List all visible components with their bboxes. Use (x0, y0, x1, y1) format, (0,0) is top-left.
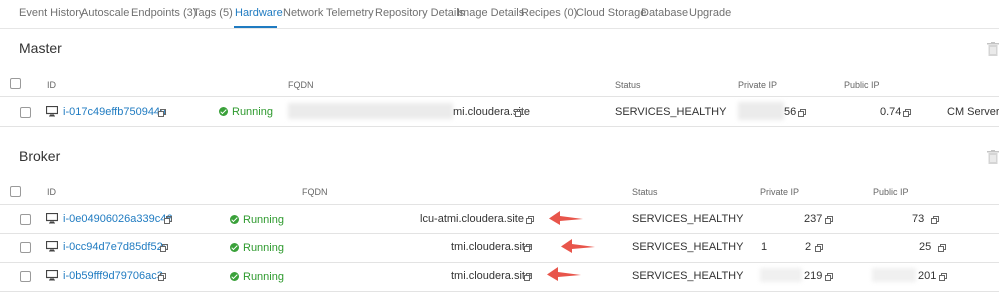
running-check-icon (230, 243, 239, 252)
copy-icon[interactable] (524, 273, 532, 281)
public-ip-text: 73 (912, 213, 925, 225)
broker-header-status: Status (632, 187, 658, 197)
row-divider (0, 262, 999, 263)
tab-bar: Event History Autoscale Endpoints (3) Ta… (0, 0, 999, 29)
row-checkbox[interactable] (20, 242, 31, 253)
broker-section-title: Broker (19, 148, 61, 164)
tab-telemetry[interactable]: Telemetry (326, 6, 374, 20)
tab-hardware[interactable]: Hardware (235, 6, 283, 20)
row-divider (0, 291, 999, 292)
monitor-icon (46, 213, 58, 224)
tab-database[interactable]: Database (641, 6, 688, 20)
tab-network[interactable]: Network (283, 6, 323, 20)
copy-icon[interactable] (524, 244, 532, 252)
master-section-title: Master (19, 40, 62, 56)
tab-event-history[interactable]: Event History (19, 6, 84, 20)
tab-endpoints[interactable]: Endpoints (3) (131, 6, 196, 20)
broker-header-id: ID (47, 187, 56, 197)
redacted-public-ip (872, 268, 916, 282)
public-ip-text: 201 (918, 270, 937, 282)
broker-header-divider (0, 204, 999, 205)
row-divider (0, 233, 999, 234)
copy-icon[interactable] (798, 109, 806, 117)
broker-header-fqdn: FQDN (302, 187, 328, 197)
instance-state: Running (230, 214, 284, 226)
master-header-fqdn: FQDN (288, 80, 314, 90)
copy-icon[interactable] (931, 216, 939, 224)
redacted-private-ip (760, 268, 802, 282)
private-ip-text: 2 (805, 241, 812, 253)
running-check-icon (230, 215, 239, 224)
broker-trash-icon[interactable] (987, 150, 999, 164)
public-ip-text: 25 (919, 241, 932, 253)
private-ip-text: 56 (784, 106, 797, 118)
master-select-all-checkbox[interactable] (10, 78, 21, 89)
master-header-public-ip: Public IP (844, 80, 880, 90)
instance-state: Running (230, 242, 284, 254)
broker-header-private-ip: Private IP (760, 187, 800, 197)
copy-icon[interactable] (515, 109, 523, 117)
red-arrow-icon (547, 267, 581, 281)
copy-icon[interactable] (825, 273, 833, 281)
instance-id-link[interactable]: i-0b59fff9d79706ac3 (63, 270, 163, 282)
tab-upgrade[interactable]: Upgrade (689, 6, 731, 20)
copy-icon[interactable] (903, 109, 911, 117)
fqdn-text: tmi.cloudera.site (451, 241, 532, 253)
master-header-status: Status (615, 80, 641, 90)
row-checkbox[interactable] (20, 214, 31, 225)
copy-icon[interactable] (158, 109, 166, 117)
red-arrow-icon (549, 211, 583, 225)
copy-icon[interactable] (158, 273, 166, 281)
row-divider (0, 126, 999, 127)
broker-header-public-ip: Public IP (873, 187, 909, 197)
instance-state: Running (219, 106, 273, 118)
instance-id-link[interactable]: i-0cc94d7e7d85df52c (63, 241, 168, 253)
public-ip-text: 0.74 (880, 106, 902, 118)
red-arrow-icon (561, 239, 595, 253)
running-check-icon (230, 272, 239, 281)
tab-tags[interactable]: Tags (5) (193, 6, 233, 20)
master-header-id: ID (47, 80, 56, 90)
service-status: SERVICES_HEALTHY (615, 106, 727, 118)
tab-repository-details[interactable]: Repository Details (375, 6, 464, 20)
monitor-icon (46, 106, 58, 117)
master-header-private-ip: Private IP (738, 80, 778, 90)
tab-cloud-storage[interactable]: Cloud Storage (576, 6, 646, 20)
copy-icon[interactable] (938, 244, 946, 252)
copy-icon[interactable] (825, 216, 833, 224)
instance-state: Running (230, 271, 284, 283)
copy-icon[interactable] (526, 216, 534, 224)
active-tab-indicator (234, 26, 277, 28)
service-status: SERVICES_HEALTHY (632, 241, 744, 253)
copy-icon[interactable] (160, 244, 168, 252)
private-ip-text: 237 (804, 213, 823, 225)
redacted-private-ip (738, 102, 784, 120)
fqdn-text: tmi.cloudera.site (451, 270, 532, 282)
private-ip-text: 1 (761, 241, 768, 253)
tab-image-details[interactable]: Image Details (457, 6, 524, 20)
master-header-divider (0, 96, 999, 97)
tab-recipes[interactable]: Recipes (0) (521, 6, 577, 20)
role-text: CM Server (947, 106, 999, 118)
service-status: SERVICES_HEALTHY (632, 213, 744, 225)
private-ip-text: 219 (804, 270, 823, 282)
instance-id-link[interactable]: i-0e04906026a339c46 (63, 213, 173, 225)
copy-icon[interactable] (164, 216, 172, 224)
copy-icon[interactable] (939, 273, 947, 281)
fqdn-text: lcu-atmi.cloudera.site (420, 213, 524, 225)
running-check-icon (219, 107, 228, 116)
copy-icon[interactable] (815, 244, 823, 252)
service-status: SERVICES_HEALTHY (632, 270, 744, 282)
broker-select-all-checkbox[interactable] (10, 186, 21, 197)
instance-id-link[interactable]: i-017c49effb750944a (63, 106, 166, 118)
row-checkbox[interactable] (20, 271, 31, 282)
monitor-icon (46, 270, 58, 281)
redacted-fqdn (288, 103, 453, 119)
master-trash-icon[interactable] (987, 42, 999, 56)
monitor-icon (46, 241, 58, 252)
tab-autoscale[interactable]: Autoscale (81, 6, 129, 20)
row-checkbox[interactable] (20, 107, 31, 118)
